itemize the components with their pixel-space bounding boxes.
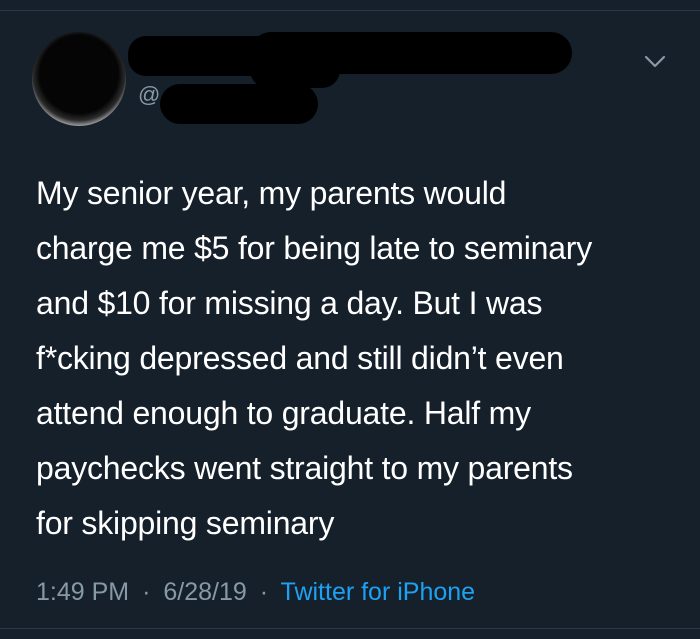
tweet-text-line: for skipping seminary <box>36 505 335 541</box>
tweet-text: My senior year, my parents would charge … <box>36 166 676 551</box>
avatar[interactable] <box>32 32 126 126</box>
tweet-text-line: charge me $5 for being late to seminary <box>36 230 593 266</box>
separator-dot: · <box>259 578 269 606</box>
redacted-handle <box>160 84 318 124</box>
tweet-text-line: paychecks went straight to my parents <box>36 450 573 486</box>
tweet-text-line: and $10 for missing a day. But I was <box>36 285 543 321</box>
tweet-card: @ My senior year, my parents would charg… <box>0 0 700 639</box>
tweet-text-line: My senior year, my parents would <box>36 175 507 211</box>
chevron-down-icon[interactable] <box>644 54 666 70</box>
tweet-source-link[interactable]: Twitter for iPhone <box>281 578 476 606</box>
divider <box>0 628 700 629</box>
tweet-text-line: f*cking depressed and still didn’t even <box>36 340 564 376</box>
tweet-date[interactable]: 6/28/19 <box>163 578 246 606</box>
redacted-display-name <box>250 48 340 88</box>
divider <box>0 10 700 11</box>
tweet-text-line: attend enough to graduate. Half my <box>36 395 531 431</box>
tweet-meta: 1:49 PM · 6/28/19 · Twitter for iPhone <box>36 578 475 607</box>
tweet-time[interactable]: 1:49 PM <box>36 578 129 606</box>
handle-prefix: @ <box>138 82 161 107</box>
separator-dot: · <box>142 578 151 606</box>
